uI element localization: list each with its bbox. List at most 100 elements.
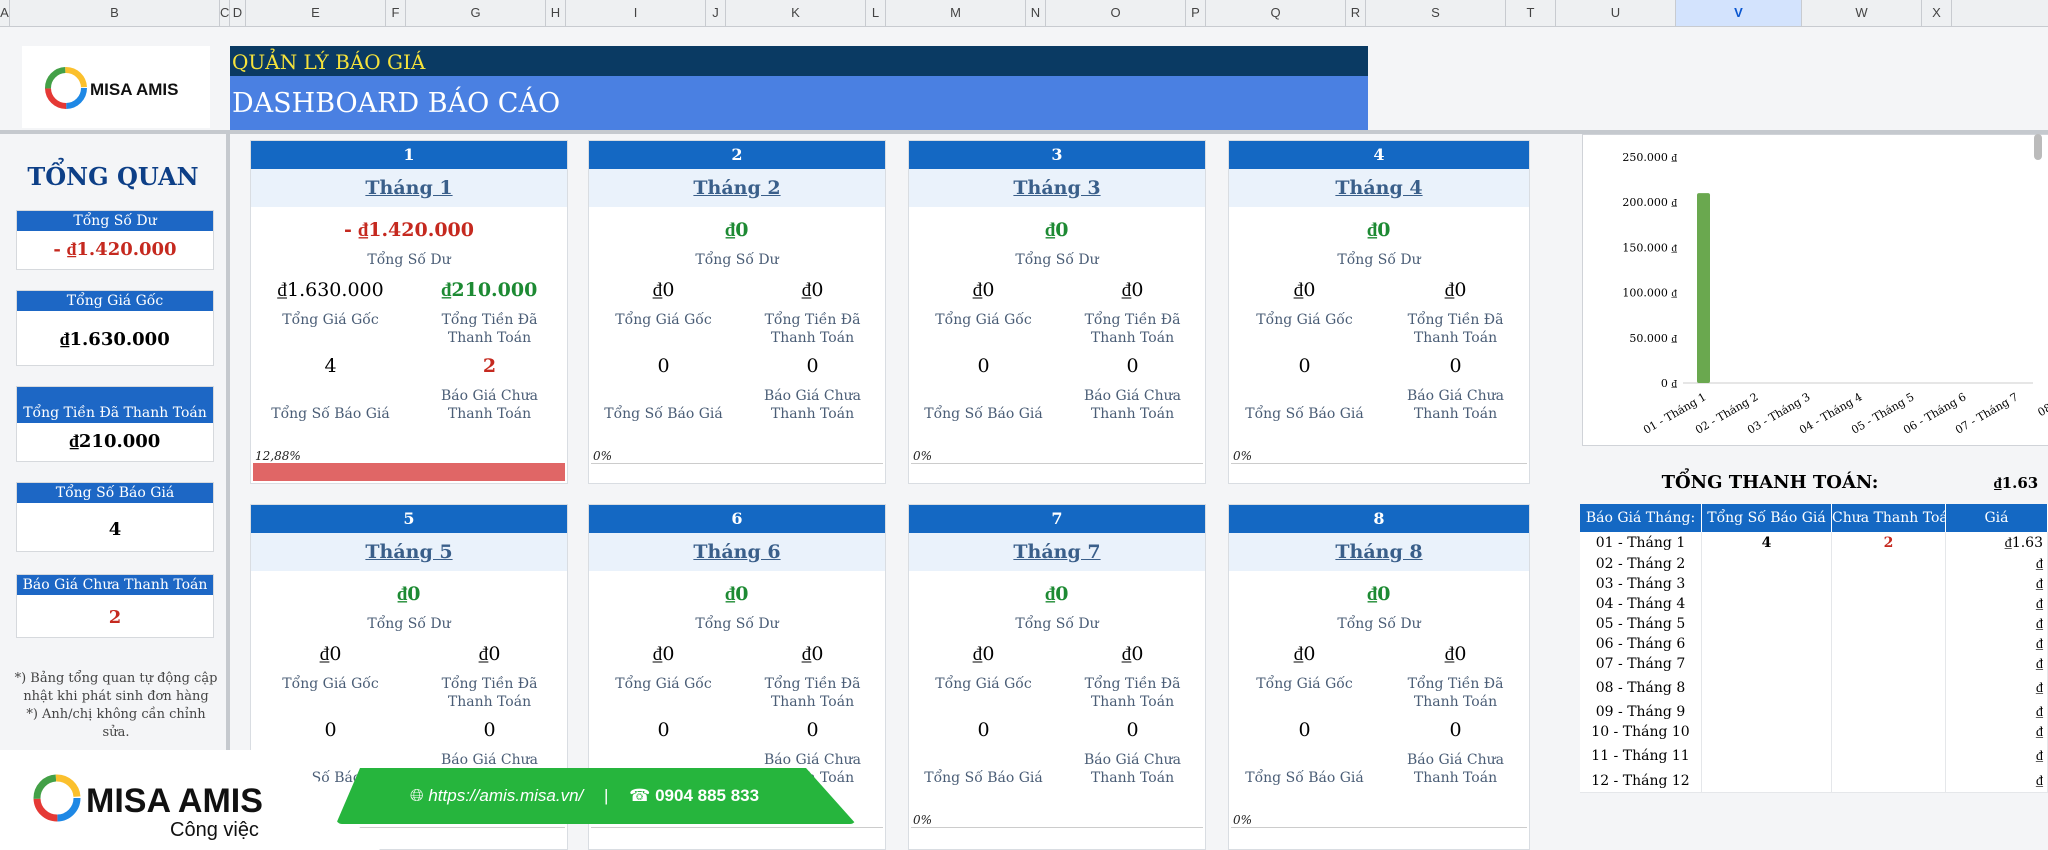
column-header-a[interactable]: A (0, 0, 10, 26)
month-card[interactable]: 2 Tháng 2 ₫0 Tổng Số Dư ₫0 ₫0 Tổng Giá Gốc Tổng… (588, 140, 886, 484)
summary-value: ₫1.630.000 (60, 329, 170, 350)
card-balance-label: Tổng Số Dư (1015, 252, 1099, 268)
table-row[interactable]: 05 - Tháng 5 ₫ (1580, 614, 2048, 635)
column-header-n[interactable]: N (1026, 0, 1046, 26)
column-header-w[interactable]: W (1802, 0, 1922, 26)
summary-paid[interactable]: Tổng Tiền Đã Thanh Toán ₫210.000 (16, 386, 214, 462)
card-month-link[interactable]: Tháng 2 (589, 169, 885, 207)
phone-number[interactable]: 0904 885 833 (655, 786, 759, 805)
table-row[interactable]: 07 - Tháng 7 ₫ (1580, 654, 2048, 675)
table-row[interactable]: 08 - Tháng 8 ₫ (1580, 674, 2048, 703)
card-cost-label: Tổng Giá Gốc (282, 676, 379, 692)
month-card[interactable]: 8 Tháng 8 ₫0 Tổng Số Dư ₫0 ₫0 Tổng Giá Gốc Tổng… (1228, 504, 1530, 850)
summary-balance[interactable]: Tổng Số Dư - ₫1.420.000 (16, 210, 214, 270)
y-tick-label: 100.000 ₫ (1622, 287, 1677, 300)
note-line-1: *) Bảng tổng quan tự động cập nhật khi p… (14, 671, 218, 704)
month-card[interactable]: 3 Tháng 3 ₫0 Tổng Số Dư ₫0 ₫0 Tổng Giá Gốc Tổng… (908, 140, 1206, 484)
card-month-link[interactable]: Tháng 1 (251, 169, 567, 207)
table-row[interactable]: 12 - Tháng 12 ₫ (1580, 770, 2048, 793)
y-tick-label: 0 ₫ (1661, 377, 1677, 390)
card-cost-label: Tổng Giá Gốc (615, 312, 712, 328)
column-header-f[interactable]: F (386, 0, 406, 26)
month-card[interactable]: 1 Tháng 1 - ₫1.420.000 Tổng Số Dư ₫1.630.000… (250, 140, 568, 484)
summary-value: ₫210.000 (69, 431, 161, 452)
monthly-chart[interactable]: 250.000 ₫ 200.000 ₫ 150.000 ₫ 100.000 ₫ 50.0… (1582, 134, 2048, 446)
column-header-e[interactable]: E (246, 0, 386, 26)
column-header-v[interactable]: V (1676, 0, 1802, 26)
column-header-o[interactable]: O (1046, 0, 1186, 26)
card-month-link[interactable]: Tháng 8 (1229, 533, 1529, 571)
table-cell-unpaid (1832, 674, 1946, 702)
website-link[interactable]: https://amis.misa.vn/ (428, 786, 583, 805)
column-header-p[interactable]: P (1186, 0, 1206, 26)
column-header-u[interactable]: U (1556, 0, 1676, 26)
card-unpaid: 0 (1126, 355, 1139, 377)
total-payment-label: TỔNG THANH TOÁN: (1661, 472, 1879, 493)
card-count-label: Tổng Số Báo Giá (604, 406, 723, 422)
summary-value: 4 (108, 519, 122, 540)
summary-count[interactable]: Tổng Số Báo Giá 4 (16, 482, 214, 552)
column-header-d[interactable]: D (230, 0, 246, 26)
frozen-col-divider[interactable] (226, 130, 230, 850)
table-cell-m: 02 - Tháng 2 (1580, 554, 1702, 574)
table-cell-unpaid (1832, 722, 1946, 742)
column-header-j[interactable]: J (706, 0, 726, 26)
card-number: 6 (589, 505, 885, 533)
column-header-g[interactable]: G (406, 0, 546, 26)
card-paid-label: Tổng Tiền Đã Thanh Toán (764, 312, 861, 346)
card-unpaid-label: Báo Giá Chưa Thanh Toán (440, 388, 539, 422)
column-header-i[interactable]: I (566, 0, 706, 26)
card-balance-label: Tổng Số Dư (695, 252, 779, 268)
column-header-l[interactable]: L (866, 0, 886, 26)
bar-1[interactable] (1697, 193, 1710, 383)
table-row[interactable]: 04 - Tháng 4 ₫ (1580, 594, 2048, 615)
column-header-h[interactable]: H (546, 0, 566, 26)
card-progress-pct: 0% (913, 813, 933, 827)
column-header-c[interactable]: C (220, 0, 230, 26)
month-card[interactable]: 7 Tháng 7 ₫0 Tổng Số Dư ₫0 ₫0 Tổng Giá Gốc Tổng… (908, 504, 1206, 850)
card-cost: ₫0 (972, 279, 995, 301)
table-cell-m: 11 - Tháng 11 (1580, 742, 1702, 770)
column-header-t[interactable]: T (1506, 0, 1556, 26)
table-row[interactable]: 03 - Tháng 3 ₫ (1580, 574, 2048, 595)
table-cell-count (1702, 614, 1832, 634)
card-month-link[interactable]: Tháng 3 (909, 169, 1205, 207)
summary-value: - ₫1.420.000 (53, 239, 177, 260)
card-month-link[interactable]: Tháng 5 (251, 533, 567, 571)
card-paid: ₫0 (1444, 279, 1467, 301)
column-header-k[interactable]: K (726, 0, 866, 26)
card-cost-label: Tổng Giá Gốc (1256, 676, 1353, 692)
table-row[interactable]: 02 - Tháng 2 ₫ (1580, 554, 2048, 575)
table-cell-count (1702, 574, 1832, 594)
column-header-x[interactable]: X (1922, 0, 1952, 26)
card-month-link[interactable]: Tháng 4 (1229, 169, 1529, 207)
table-row[interactable]: 09 - Tháng 9 ₫ (1580, 702, 2048, 723)
table-cell-g: ₫ (1946, 674, 2048, 702)
globe-icon: 🌐︎ (410, 786, 424, 805)
month-card[interactable]: 4 Tháng 4 ₫0 Tổng Số Dư ₫0 ₫0 Tổng Giá Gốc Tổng… (1228, 140, 1530, 484)
column-header-q[interactable]: Q (1206, 0, 1346, 26)
table-row[interactable]: 01 - Tháng 1 4 2 ₫1.63 (1580, 532, 2048, 555)
table-header: Báo Giá Tháng: (1580, 504, 1702, 532)
card-balance: - ₫1.420.000 (343, 219, 474, 241)
column-header-m[interactable]: M (886, 0, 1026, 26)
summary-cost[interactable]: Tổng Giá Gốc ₫1.630.000 (16, 290, 214, 366)
card-number: 7 (909, 505, 1205, 533)
column-header-s[interactable]: S (1366, 0, 1506, 26)
card-balance: ₫0 (725, 583, 749, 605)
card-unpaid-label: Báo Giá Chưa Thanh Toán (1083, 752, 1182, 786)
column-header-b[interactable]: B (10, 0, 220, 26)
table-row[interactable]: 06 - Tháng 6 ₫ (1580, 634, 2048, 655)
banner-logo: MISA AMIS Công việc (30, 770, 290, 844)
table-row[interactable]: 11 - Tháng 11 ₫ (1580, 742, 2048, 771)
summary-unpaid[interactable]: Báo Giá Chưa Thanh Toán 2 (16, 574, 214, 638)
card-count: 4 (324, 355, 337, 377)
vertical-scrollbar[interactable] (2034, 134, 2042, 160)
card-progress-track (591, 827, 883, 846)
table-row[interactable]: 10 - Tháng 10 ₫ (1580, 722, 2048, 743)
column-header-r[interactable]: R (1346, 0, 1366, 26)
card-unpaid-label: Báo Giá Chưa Thanh Toán (763, 388, 862, 422)
card-month-link[interactable]: Tháng 6 (589, 533, 885, 571)
banner-logo-text: MISA AMIS (86, 782, 263, 820)
card-month-link[interactable]: Tháng 7 (909, 533, 1205, 571)
